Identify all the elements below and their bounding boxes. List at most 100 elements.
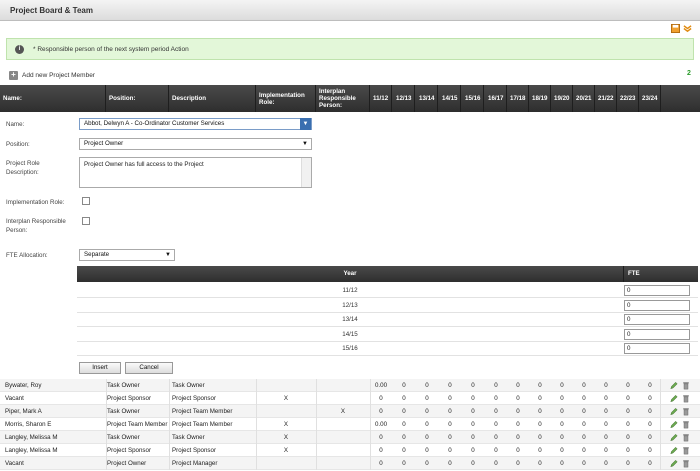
member-name: Morris, Sharon E (5, 421, 52, 428)
member-row[interactable]: Vacant Project Sponsor Project Sponsor X 0 0 0… (0, 392, 700, 405)
member-position: Task Owner (107, 434, 140, 441)
cancel-button[interactable]: Cancel (125, 362, 173, 374)
member-description: Task Owner (172, 382, 205, 389)
add-member-button[interactable]: + Add new Project Member (9, 70, 95, 80)
fte-input[interactable]: 0 (624, 343, 690, 354)
member-fte-value: 0 (648, 460, 652, 467)
member-fte-value: 0 (471, 460, 475, 467)
member-fte-value: 0 (560, 447, 564, 454)
insert-button[interactable]: Insert (79, 362, 121, 374)
member-fte-value: 0 (604, 434, 608, 441)
member-fte-value: 0 (516, 382, 520, 389)
role-description-value: Project Owner has full access to the Pro… (84, 161, 204, 168)
member-position: Project Team Member (107, 421, 168, 428)
member-fte-value: 0 (516, 395, 520, 402)
role-description-textarea[interactable]: Project Owner has full access to the Pro… (79, 157, 312, 188)
member-row[interactable]: Langley, Melissa M Task Owner Task Owner X 0… (0, 431, 700, 444)
fte-input[interactable]: 0 (624, 314, 690, 325)
interplan-checkbox[interactable] (82, 217, 90, 225)
member-fte-value: 0 (560, 408, 564, 415)
edit-icon[interactable] (670, 420, 678, 429)
edit-icon[interactable] (670, 459, 678, 468)
delete-icon[interactable] (682, 446, 690, 455)
member-fte-value: 0 (516, 434, 520, 441)
name-select-value: Abbot, Delwyn A - Co-Ordinator Customer … (84, 120, 225, 127)
member-fte-value: 0 (425, 460, 429, 467)
member-fte-value: 0 (582, 408, 586, 415)
member-impl-role: X (283, 434, 289, 441)
fte-year-cell: 11/12 (342, 287, 358, 294)
member-fte-value: 0 (604, 421, 608, 428)
delete-icon[interactable] (682, 407, 690, 416)
member-fte-value: 0 (448, 434, 452, 441)
header-year-20-21: 20/21 (573, 85, 595, 112)
fte-year-cell: 12/13 (342, 301, 358, 309)
member-count: 2 (687, 70, 691, 77)
textarea-scrollbar[interactable] (301, 158, 311, 187)
member-row[interactable]: Morris, Sharon E Project Team Member Proje… (0, 418, 700, 431)
member-fte-value: 0 (582, 395, 586, 402)
member-name: Vacant (5, 395, 24, 402)
member-fte-value: 0.00 (374, 421, 388, 428)
delete-icon[interactable] (682, 433, 690, 442)
member-fte-value: 0 (379, 395, 383, 402)
member-row[interactable]: Bywater, Roy Task Owner Task Owner 0.00 0 0 0 0… (0, 379, 700, 392)
member-position: Task Owner (107, 408, 140, 415)
position-label: Position: (6, 141, 30, 148)
member-interplan: X (340, 408, 346, 415)
edit-icon[interactable] (670, 433, 678, 442)
member-fte-value: 0 (626, 395, 630, 402)
interplan-label-1: Interplan Responsible (6, 218, 66, 225)
member-fte-value: 0 (648, 447, 652, 454)
member-fte-value: 0 (402, 447, 406, 454)
header-description: Description (169, 85, 256, 112)
member-row[interactable]: Vacant Project Owner Project Manager 0 0 0 0 0 0… (0, 457, 700, 470)
fte-year-cell: 15/16 (342, 345, 358, 352)
position-select-value: Project Owner (84, 140, 124, 147)
delete-icon[interactable] (682, 459, 690, 468)
member-fte-value: 0 (448, 408, 452, 415)
edit-icon[interactable] (670, 446, 678, 455)
delete-icon[interactable] (682, 381, 690, 390)
fte-year-cell: 13/14 (342, 316, 358, 323)
position-select[interactable]: Project Owner ▼ (79, 138, 312, 150)
member-fte-value: 0 (538, 434, 542, 441)
member-impl-role: X (283, 395, 289, 402)
member-row[interactable]: Piper, Mark A Task Owner Project Team Memb… (0, 405, 700, 418)
edit-icon[interactable] (670, 394, 678, 403)
dropdown-arrow-icon: ▼ (302, 141, 308, 147)
fte-input[interactable]: 0 (624, 299, 690, 311)
fte-allocation-select[interactable]: Separate ▼ (79, 249, 175, 261)
name-select[interactable]: Abbot, Delwyn A - Co-Ordinator Customer … (79, 118, 312, 130)
interplan-label-2: Person: (6, 227, 28, 234)
member-fte-value: 0 (626, 447, 630, 454)
header-year-23-24: 23/24 (639, 85, 661, 112)
member-fte-value: 0.00 (374, 382, 388, 389)
fte-input[interactable]: 0 (624, 328, 690, 340)
fte-input[interactable]: 0 (624, 285, 690, 296)
member-fte-value: 0 (471, 421, 475, 428)
member-fte-value: 0 (471, 382, 475, 389)
menu-chevron-icon[interactable] (683, 24, 692, 33)
header-year-14-15: 14/15 (439, 85, 461, 112)
header-interplan: Interplan Responsible Person: (316, 85, 370, 112)
save-icon[interactable] (671, 23, 680, 33)
member-row[interactable]: Langley, Melissa M Project Sponsor Project… (0, 444, 700, 457)
member-fte-value: 0 (626, 460, 630, 467)
member-fte-value: 0 (471, 434, 475, 441)
header-year-22-23: 22/23 (617, 85, 639, 112)
edit-icon[interactable] (670, 407, 678, 416)
delete-icon[interactable] (682, 420, 690, 429)
member-fte-value: 0 (604, 447, 608, 454)
toolbar (671, 21, 692, 35)
header-impl-role: Implementation Role: (256, 85, 316, 112)
member-fte-value: 0 (402, 382, 406, 389)
member-fte-value: 0 (379, 408, 383, 415)
impl-role-checkbox[interactable] (82, 197, 90, 205)
member-fte-value: 0 (582, 460, 586, 467)
edit-icon[interactable] (670, 381, 678, 390)
delete-icon[interactable] (682, 394, 690, 403)
member-fte-value: 0 (471, 408, 475, 415)
member-fte-value: 0 (538, 395, 542, 402)
member-fte-value: 0 (626, 434, 630, 441)
